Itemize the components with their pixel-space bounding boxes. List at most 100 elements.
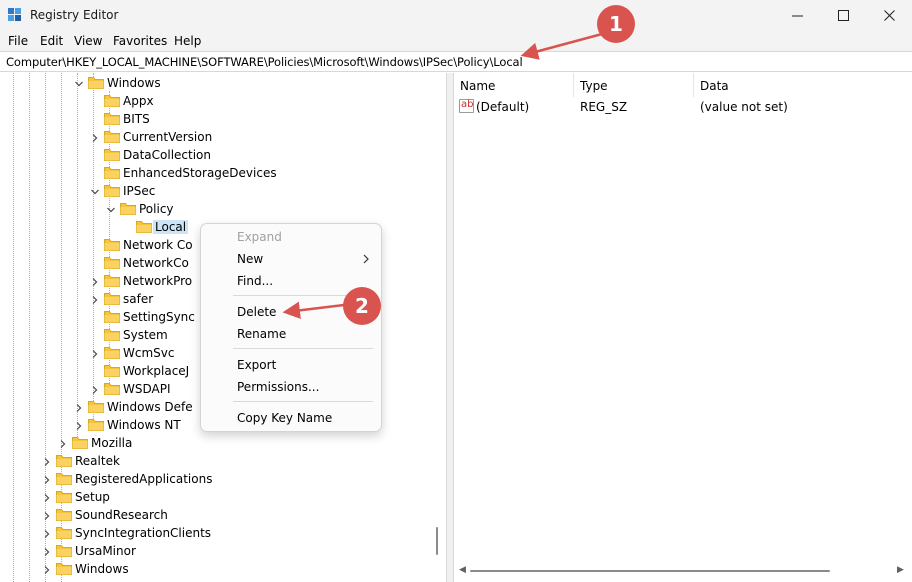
tree-item-label: RegisteredApplications xyxy=(75,472,213,486)
context-menu-new[interactable]: New xyxy=(201,248,381,270)
column-header-type[interactable]: Type xyxy=(574,73,694,97)
context-menu-permissions-label: Permissions... xyxy=(237,380,320,394)
tree-item[interactable]: Windows xyxy=(0,74,440,92)
chevron-down-icon[interactable] xyxy=(106,204,116,214)
menu-file[interactable]: File xyxy=(8,34,28,48)
context-menu-permissions[interactable]: Permissions... xyxy=(201,376,381,398)
chevron-right-icon[interactable] xyxy=(42,564,52,574)
tree-scroll-thumb[interactable] xyxy=(436,527,438,555)
folder-icon xyxy=(56,544,72,557)
column-header-data-label: Data xyxy=(700,79,729,93)
folder-icon xyxy=(104,256,120,269)
tree-item[interactable]: Setup xyxy=(0,488,440,506)
folder-icon xyxy=(104,166,120,179)
close-button[interactable] xyxy=(866,0,912,31)
chevron-right-icon[interactable] xyxy=(74,402,84,412)
column-header-name[interactable]: Name xyxy=(454,73,574,97)
values-horizontal-scroll-thumb[interactable] xyxy=(470,570,830,572)
tree-item[interactable]: RegisteredApplications xyxy=(0,470,440,488)
tree-item[interactable]: IPSec xyxy=(0,182,440,200)
chevron-right-icon[interactable] xyxy=(42,546,52,556)
maximize-button[interactable] xyxy=(820,0,866,31)
tree-item-label: UrsaMinor xyxy=(75,544,136,558)
folder-icon xyxy=(88,418,104,431)
tree-item-label: Mozilla xyxy=(91,436,133,450)
tree-item-label: WcmSvc xyxy=(123,346,175,360)
chevron-right-icon[interactable] xyxy=(42,528,52,538)
folder-icon xyxy=(56,454,72,467)
context-menu-delete-label: Delete xyxy=(237,305,277,319)
tree-item[interactable]: SoundResearch xyxy=(0,506,440,524)
tree-item[interactable]: BITS xyxy=(0,110,440,128)
chevron-right-icon[interactable] xyxy=(42,474,52,484)
scroll-right-icon[interactable]: ▶ xyxy=(897,565,904,575)
address-path[interactable]: Computer\HKEY_LOCAL_MACHINE\SOFTWARE\Pol… xyxy=(6,55,523,69)
menu-view[interactable]: View xyxy=(74,34,102,48)
tree-item-label: Realtek xyxy=(75,454,120,468)
folder-icon xyxy=(104,292,120,305)
minimize-button[interactable] xyxy=(774,0,820,31)
chevron-right-icon[interactable] xyxy=(90,384,100,394)
chevron-right-icon[interactable] xyxy=(90,348,100,358)
menu-edit[interactable]: Edit xyxy=(40,34,63,48)
chevron-right-icon[interactable] xyxy=(90,276,100,286)
tree-item[interactable]: Appx xyxy=(0,92,440,110)
context-menu-expand[interactable]: Expand xyxy=(201,226,381,248)
tree-item[interactable]: Mozilla xyxy=(0,434,440,452)
folder-icon xyxy=(104,346,120,359)
menu-favorites[interactable]: Favorites xyxy=(113,34,167,48)
chevron-right-icon[interactable] xyxy=(42,492,52,502)
tree-item-label: Windows NT xyxy=(107,418,181,432)
chevron-right-icon[interactable] xyxy=(74,420,84,430)
value-row[interactable]: ab (Default) REG_SZ (value not set) xyxy=(454,97,912,115)
scroll-left-icon[interactable]: ◀ xyxy=(459,565,466,575)
menu-help[interactable]: Help xyxy=(174,34,201,48)
value-type: REG_SZ xyxy=(580,100,628,114)
address-bar[interactable]: Computer\HKEY_LOCAL_MACHINE\SOFTWARE\Pol… xyxy=(0,51,912,72)
registry-editor-icon xyxy=(8,8,22,22)
tree-item-label: IPSec xyxy=(123,184,156,198)
context-menu-rename[interactable]: Rename xyxy=(201,323,381,345)
chevron-down-icon[interactable] xyxy=(90,186,100,196)
tree-item[interactable]: CurrentVersion xyxy=(0,128,440,146)
chevron-right-icon[interactable] xyxy=(58,438,68,448)
tree-item[interactable]: DataCollection xyxy=(0,146,440,164)
chevron-down-icon[interactable] xyxy=(74,78,84,88)
context-menu-export[interactable]: Export xyxy=(201,354,381,376)
tree-item-label: Policy xyxy=(139,202,174,216)
tree-item-label: CurrentVersion xyxy=(123,130,213,144)
folder-icon xyxy=(120,202,136,215)
tree-item-label: NetworkPro xyxy=(123,274,193,288)
context-menu-copy-key-name[interactable]: Copy Key Name xyxy=(201,407,381,429)
column-header-data[interactable]: Data xyxy=(694,73,912,97)
tree-item-label: NetworkCo xyxy=(123,256,189,270)
tree-item[interactable]: Policy xyxy=(0,200,440,218)
callout-2: 2 xyxy=(343,287,381,325)
folder-icon xyxy=(104,274,120,287)
values-list[interactable]: Name Type Data ab (Default) REG_SZ (valu… xyxy=(454,73,912,582)
tree-item-label: SoundResearch xyxy=(75,508,168,522)
tree-item-label: WSDAPI xyxy=(123,382,171,396)
minimize-icon xyxy=(791,15,803,17)
folder-icon xyxy=(72,436,88,449)
tree-item[interactable]: Windows xyxy=(0,560,440,578)
callout-1: 1 xyxy=(597,5,635,43)
tree-item[interactable]: EnhancedStorageDevices xyxy=(0,164,440,182)
tree-item-label: Local xyxy=(153,220,189,234)
tree-vertical-scrollbar[interactable] xyxy=(433,73,445,582)
close-icon xyxy=(883,10,895,21)
tree-item[interactable]: Realtek xyxy=(0,452,440,470)
chevron-right-icon[interactable] xyxy=(42,456,52,466)
chevron-right-icon[interactable] xyxy=(42,510,52,520)
tree-item[interactable]: UrsaMinor xyxy=(0,542,440,560)
pane-splitter[interactable] xyxy=(446,73,454,582)
chevron-right-icon[interactable] xyxy=(90,294,100,304)
folder-icon xyxy=(88,400,104,413)
context-menu-new-label: New xyxy=(237,252,264,266)
tree-item-label: Appx xyxy=(123,94,154,108)
chevron-right-icon[interactable] xyxy=(90,132,100,142)
tree-item-label: SettingSync xyxy=(123,310,195,324)
folder-icon xyxy=(104,148,120,161)
tree-item[interactable]: SyncIntegrationClients xyxy=(0,524,440,542)
folder-icon xyxy=(104,328,120,341)
